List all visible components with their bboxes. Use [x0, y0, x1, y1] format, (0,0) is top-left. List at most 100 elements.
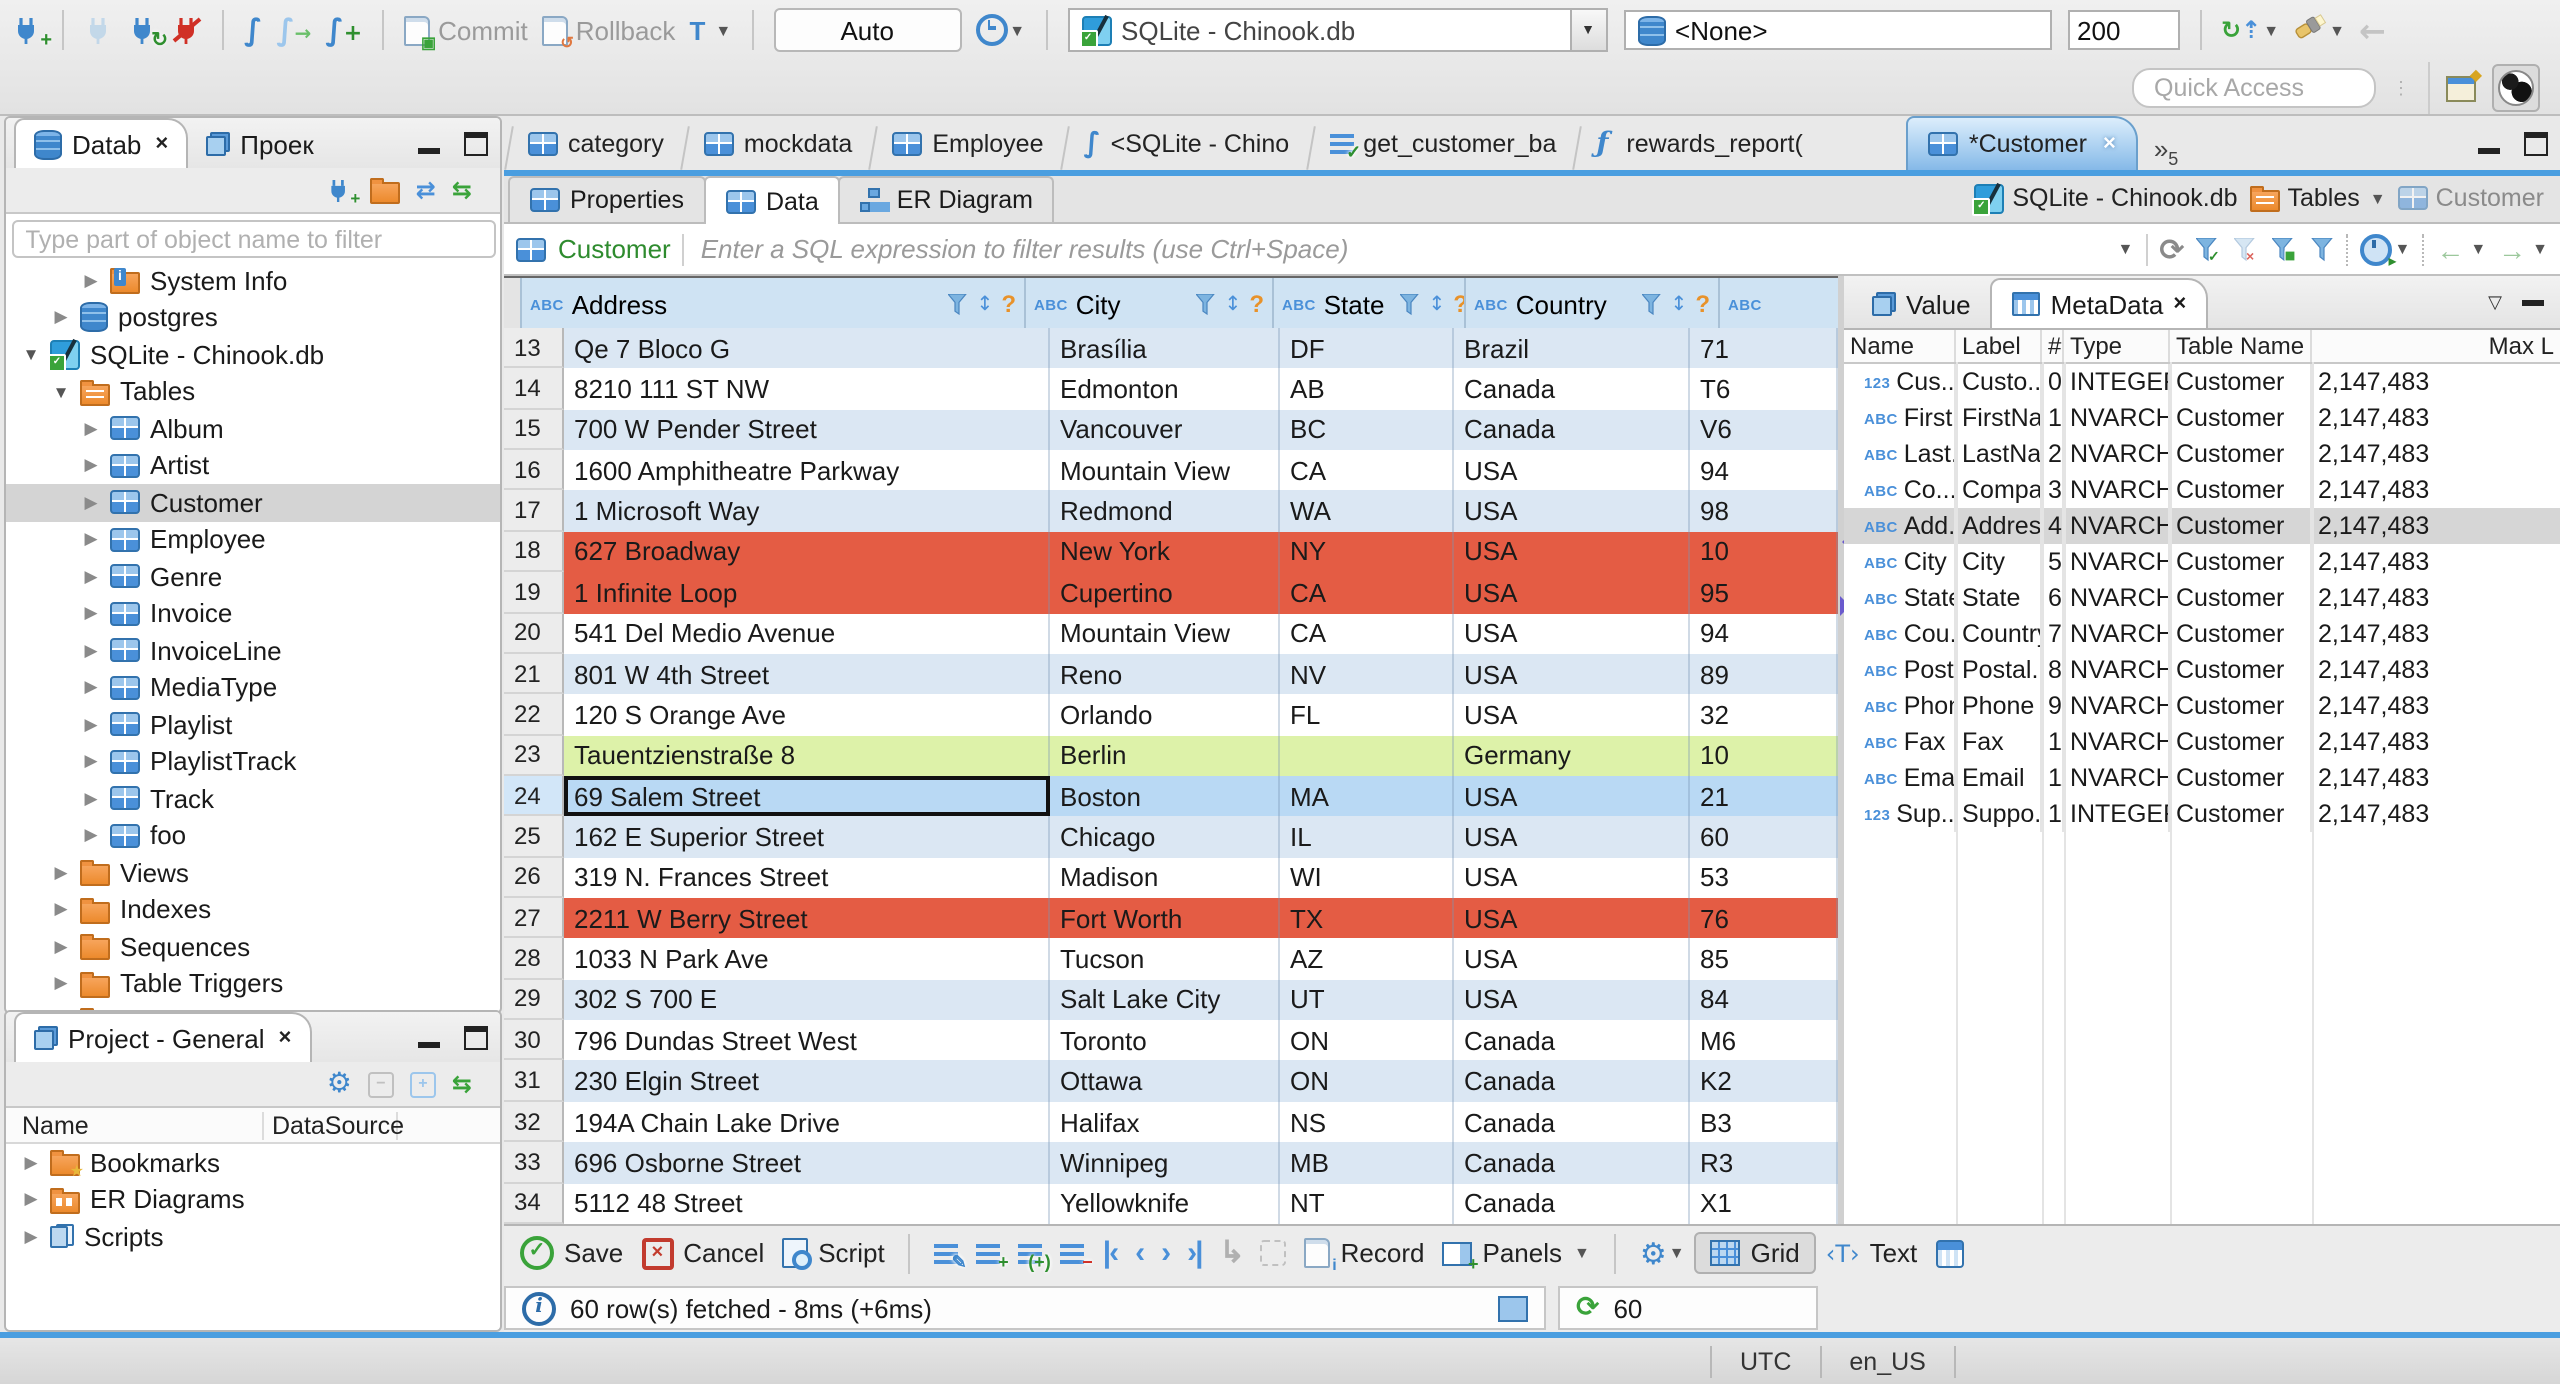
cell[interactable]: 89 — [1690, 653, 1838, 695]
column-header-state[interactable]: ABC State ↕? — [1274, 278, 1466, 330]
cell[interactable]: UT — [1280, 979, 1454, 1021]
metadata-row-city[interactable]: ABCCityCity5NVARCHARCustomer2,147,483 — [1844, 544, 2560, 580]
project-item-er-diagrams[interactable]: ▶ ER Diagrams — [6, 1181, 500, 1218]
open-perspective-icon[interactable] — [2446, 67, 2482, 101]
cell[interactable]: USA — [1454, 775, 1690, 817]
tree-item-indexes[interactable]: ▶ Indexes — [6, 891, 500, 928]
row-number[interactable]: 27 — [504, 898, 564, 939]
cell[interactable]: Canada — [1454, 1183, 1690, 1224]
expand-twisty-icon[interactable]: ▶ — [82, 529, 100, 551]
meta-cell[interactable]: 2,147,483 — [2312, 508, 2560, 544]
expand-twisty-icon[interactable]: ▶ — [52, 899, 70, 921]
cell[interactable]: AZ — [1280, 938, 1454, 980]
refresh-green-icon[interactable]: ⟳ — [1576, 1292, 1599, 1324]
first-record-button[interactable]: |‹ — [1103, 1238, 1119, 1268]
link-with-editor-icon[interactable]: ⇆ — [452, 178, 472, 202]
expand-twisty-icon[interactable]: ▶ — [82, 714, 100, 736]
cell[interactable]: USA — [1454, 653, 1690, 695]
meta-cell[interactable]: Country — [1956, 616, 2042, 652]
meta-cell[interactable]: 6 — [2042, 580, 2064, 616]
column-info-icon[interactable]: ? — [1695, 290, 1710, 318]
table-row[interactable]: 17 1 Microsoft Way Redmond WA USA 98 — [504, 490, 1838, 532]
meta-cell[interactable]: 7 — [2042, 616, 2064, 652]
meta-cell[interactable]: 2,147,483 — [2312, 724, 2560, 760]
meta-cell[interactable]: Compa... — [1956, 472, 2042, 508]
column-info-icon[interactable]: ? — [1001, 290, 1016, 318]
expand-twisty-icon[interactable]: ▶ — [22, 1152, 40, 1174]
cell[interactable]: USA — [1454, 857, 1690, 899]
table-row[interactable]: 34 5112 48 Street Yellowknife NT Canada X1 — [504, 1183, 1838, 1224]
tab-database-navigator[interactable]: Datab × — [14, 118, 189, 168]
cell[interactable]: Salt Lake City — [1050, 979, 1280, 1021]
cell[interactable]: 60 — [1690, 816, 1838, 858]
editor-tab-sqlite-chino[interactable]: ∫ <SQLite - Chino — [1064, 118, 1310, 170]
metadata-row-email[interactable]: ABCEmailEmail11NVARCHARCustomer2,147,483 — [1844, 760, 2560, 796]
table-row[interactable]: 18 627 Broadway New York NY USA 10 — [504, 531, 1838, 573]
meta-cell[interactable]: 2 — [2042, 436, 2064, 472]
grid-corner[interactable] — [504, 278, 522, 330]
meta-cell[interactable]: Customer — [2170, 652, 2312, 688]
cell[interactable]: 194A Chain Lake Drive — [564, 1101, 1050, 1143]
row-number[interactable]: 14 — [504, 368, 564, 410]
meta-name-cell[interactable]: ABC Co... — [1844, 472, 1956, 508]
meta-cell[interactable]: 2,147,483 — [2312, 688, 2560, 724]
cell[interactable]: 94 — [1690, 613, 1838, 654]
cell[interactable]: 302 S 700 E — [564, 979, 1050, 1021]
table-row[interactable]: 23 Tauentzienstraße 8 Berlin Germany 10 — [504, 735, 1838, 776]
cell[interactable]: FL — [1280, 694, 1454, 736]
meta-cell[interactable]: NVARCHAR — [2064, 508, 2170, 544]
table-row[interactable]: 19 1 Infinite Loop Cupertino CA USA 95 — [504, 572, 1838, 614]
cell[interactable]: 120 S Orange Ave — [564, 694, 1050, 736]
cell[interactable]: CA — [1280, 450, 1454, 491]
cell[interactable]: R3 — [1690, 1142, 1838, 1184]
row-number[interactable]: 33 — [504, 1142, 564, 1184]
row-number[interactable]: 31 — [504, 1060, 564, 1102]
cell[interactable]: IL — [1280, 816, 1454, 858]
column-header-item[interactable]: ABC — [1720, 278, 1838, 330]
cell[interactable]: Canada — [1454, 1101, 1690, 1143]
last-record-button[interactable]: ›| — [1187, 1238, 1203, 1268]
meta-cell[interactable]: Suppo... — [1956, 796, 2042, 832]
cell[interactable]: 69 Salem Street — [564, 775, 1050, 817]
new-sql-script-icon[interactable]: ∫+ — [325, 12, 362, 48]
meta-name-cell[interactable]: 123 Cus... — [1844, 364, 1956, 400]
cell[interactable]: Boston — [1050, 775, 1280, 817]
meta-cell[interactable]: 1 — [2042, 400, 2064, 436]
column-header-name[interactable]: Name — [6, 1111, 264, 1139]
cell[interactable]: 801 W 4th Street — [564, 653, 1050, 695]
cell[interactable]: BC — [1280, 409, 1454, 451]
connection-selector[interactable]: SQLite - Chinook.db ▼ — [1067, 8, 1608, 52]
expand-twisty-icon[interactable]: ▶ — [82, 788, 100, 810]
cell[interactable]: 53 — [1690, 857, 1838, 899]
meta-cell[interactable]: NVARCHAR — [2064, 688, 2170, 724]
tree-item-genre[interactable]: ▶ Genre — [6, 558, 500, 595]
cell[interactable]: NV — [1280, 653, 1454, 695]
table-row[interactable]: 15 700 W Pender Street Vancouver BC Canada V6 — [504, 409, 1838, 451]
cell[interactable]: 76 — [1690, 898, 1838, 939]
cell[interactable]: 95 — [1690, 572, 1838, 614]
meta-cell[interactable]: Customer — [2170, 508, 2312, 544]
collapse-all-icon[interactable]: − — [367, 1071, 394, 1097]
expand-twisty-icon[interactable]: ▶ — [52, 973, 70, 995]
close-icon[interactable]: × — [155, 132, 168, 156]
previous-page-button[interactable]: ← ▼ — [2436, 235, 2486, 263]
meta-name-cell[interactable]: ABC City — [1844, 544, 1956, 580]
tree-item-sequences[interactable]: ▶ Sequences — [6, 928, 500, 965]
meta-name-cell[interactable]: ABC Last... — [1844, 436, 1956, 472]
meta-column-header-name[interactable]: Name — [1844, 330, 1956, 362]
cell[interactable]: Fort Worth — [1050, 898, 1280, 939]
collapse-twisty-icon[interactable]: ▼ — [22, 345, 40, 365]
cell[interactable]: ON — [1280, 1060, 1454, 1102]
cell[interactable]: New York — [1050, 531, 1280, 573]
custom-filter-icon[interactable] — [2310, 237, 2334, 261]
metadata-row-state[interactable]: ABCStateState6NVARCHARCustomer2,147,483 — [1844, 580, 2560, 616]
meta-cell[interactable]: 2,147,483 — [2312, 652, 2560, 688]
meta-cell[interactable]: 9 — [2042, 688, 2064, 724]
expand-twisty-icon[interactable]: ▶ — [82, 825, 100, 847]
cell[interactable]: K2 — [1690, 1060, 1838, 1102]
meta-cell[interactable]: 2,147,483 — [2312, 400, 2560, 436]
cell[interactable]: AB — [1280, 368, 1454, 410]
table-row[interactable]: 21 801 W 4th Street Reno NV USA 89 — [504, 653, 1838, 695]
cell[interactable]: CA — [1280, 613, 1454, 654]
sql-editor-icon[interactable]: ∫ — [244, 12, 262, 48]
